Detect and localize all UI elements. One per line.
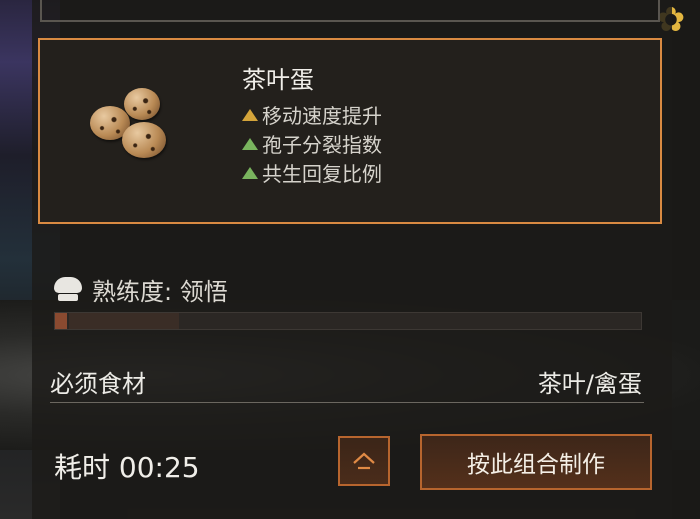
- collapse-up-icon: [353, 452, 375, 470]
- egg-shape: [122, 122, 166, 158]
- required-ingredients-row: 必须食材 茶叶/禽蛋: [50, 362, 644, 403]
- make-with-combination-button[interactable]: 按此组合制作: [420, 434, 652, 490]
- effect-label: 共生回复比例: [262, 162, 382, 186]
- collapse-button[interactable]: [338, 436, 390, 486]
- proficiency-text: 熟练度: 领悟: [92, 278, 228, 306]
- proficiency-progress-bar: [54, 312, 642, 330]
- effect-item: 孢子分裂指数: [242, 129, 382, 158]
- arrow-up-icon: [242, 108, 258, 121]
- effect-item: 移动速度提升: [242, 100, 382, 129]
- previous-card-edge: [40, 0, 660, 22]
- arrow-up-icon: [242, 137, 258, 150]
- tea-eggs-image: [90, 88, 180, 158]
- effect-label: 孢子分裂指数: [262, 133, 382, 157]
- proficiency-progress-trail: [69, 313, 179, 329]
- proficiency-progress-fill: [55, 313, 67, 329]
- cook-time: 耗时 00:25: [54, 451, 200, 484]
- chef-hat-icon: [50, 275, 86, 305]
- dish-name: 茶叶蛋: [242, 66, 314, 94]
- effects-list: 移动速度提升 孢子分裂指数 共生回复比例: [242, 100, 382, 187]
- ingredients-label: 必须食材: [50, 370, 146, 398]
- proficiency-row: 熟练度: 领悟: [50, 272, 228, 307]
- ingredients-value: 茶叶/禽蛋: [537, 370, 642, 398]
- effect-label: 移动速度提升: [262, 104, 382, 128]
- arrow-up-icon: [242, 166, 258, 179]
- effect-item: 共生回复比例: [242, 158, 382, 187]
- egg-shape: [124, 88, 160, 120]
- recipe-card[interactable]: 茶叶蛋 移动速度提升 孢子分裂指数 共生回复比例: [38, 38, 662, 224]
